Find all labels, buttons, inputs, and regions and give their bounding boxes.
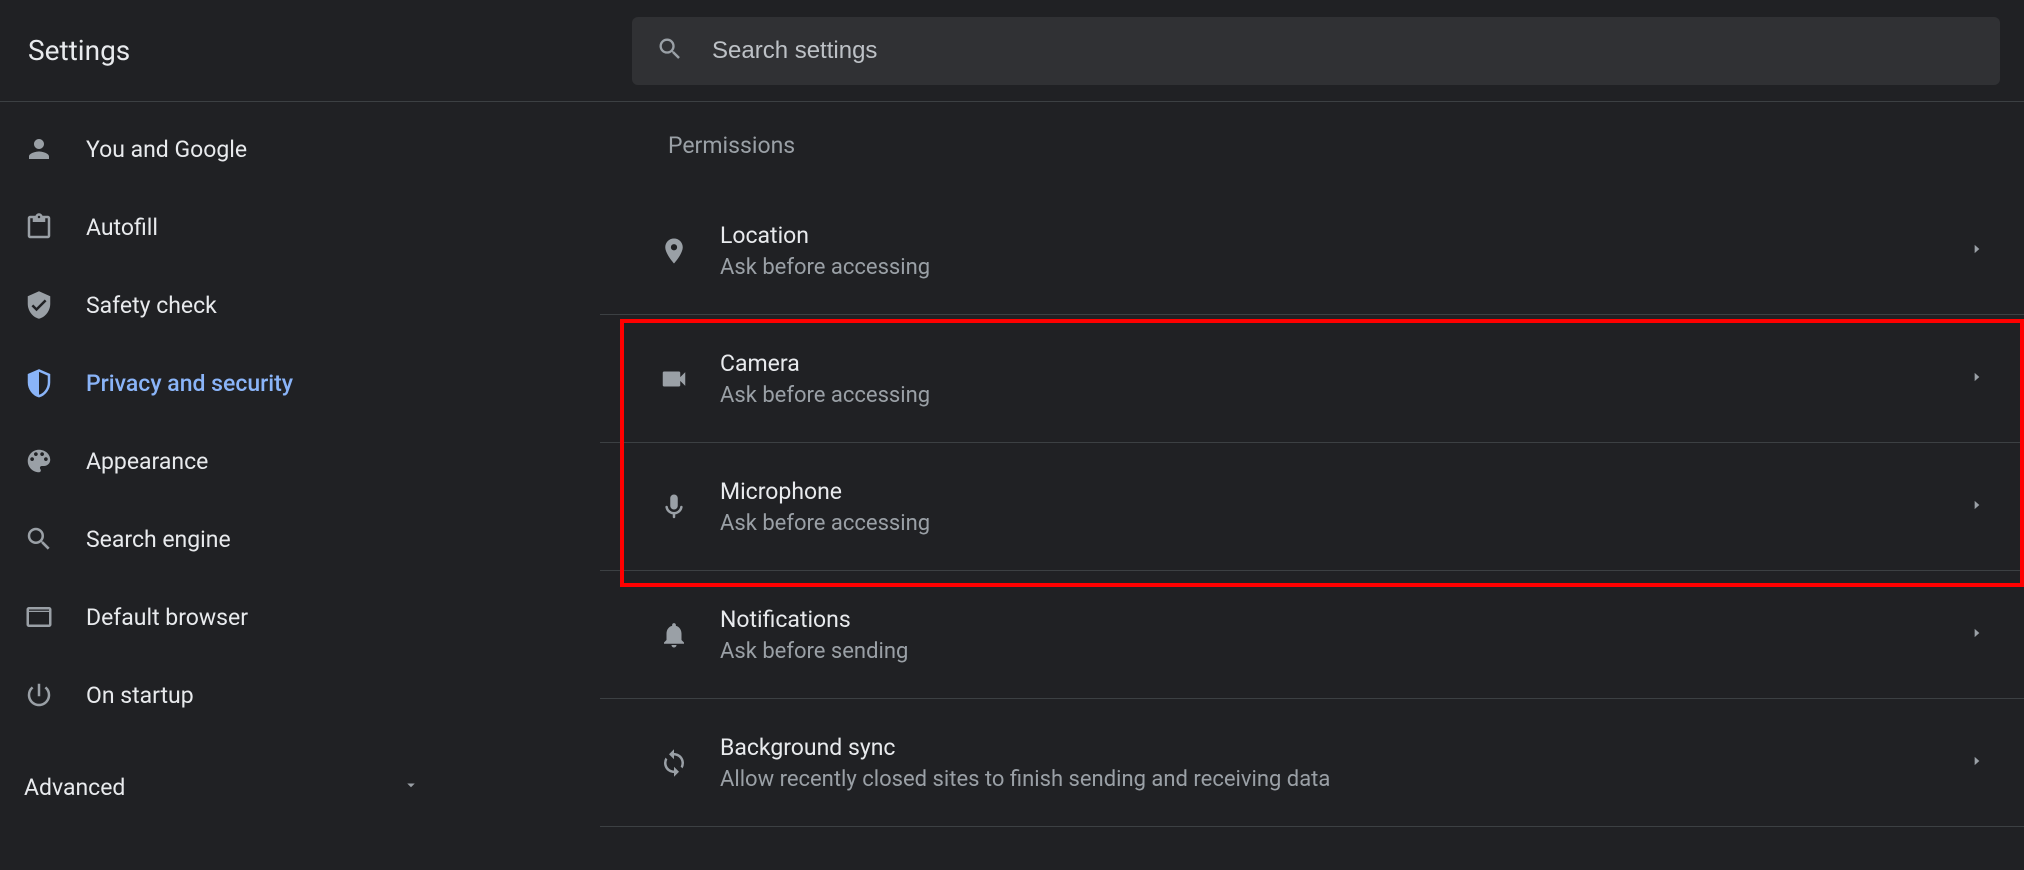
permission-camera[interactable]: Camera Ask before accessing — [600, 315, 2024, 443]
body: You and Google Autofill Safety check Pri… — [0, 102, 2024, 870]
permission-desc: Allow recently closed sites to finish se… — [720, 767, 1970, 792]
permission-desc: Ask before accessing — [720, 511, 1970, 536]
sidebar-item-label: Safety check — [86, 292, 217, 319]
clipboard-icon — [24, 212, 86, 242]
sidebar-item-you-and-google[interactable]: You and Google — [0, 110, 600, 188]
search-icon — [656, 35, 712, 67]
chevron-down-icon — [402, 776, 420, 798]
person-icon — [24, 134, 86, 164]
sidebar-item-label: Default browser — [86, 604, 248, 631]
header: Settings — [0, 0, 2024, 102]
permission-background-sync[interactable]: Background sync Allow recently closed si… — [600, 699, 2024, 827]
location-icon — [638, 236, 710, 266]
sidebar-advanced[interactable]: Advanced — [0, 752, 460, 822]
permission-text: Camera Ask before accessing — [710, 350, 1970, 408]
permission-title: Camera — [720, 350, 1970, 377]
permission-text: Location Ask before accessing — [710, 222, 1970, 280]
sidebar: You and Google Autofill Safety check Pri… — [0, 102, 600, 870]
browser-icon — [24, 602, 86, 632]
sidebar-item-label: Appearance — [86, 448, 208, 475]
chevron-right-icon — [1970, 497, 1984, 516]
permission-title: Background sync — [720, 734, 1970, 761]
sidebar-item-label: Search engine — [86, 526, 231, 553]
section-title: Permissions — [600, 132, 2024, 159]
permission-text: Notifications Ask before sending — [710, 606, 1970, 664]
chevron-right-icon — [1970, 241, 1984, 260]
permission-text: Microphone Ask before accessing — [710, 478, 1970, 536]
permission-desc: Ask before accessing — [720, 383, 1970, 408]
sidebar-item-appearance[interactable]: Appearance — [0, 422, 600, 500]
search-icon — [24, 524, 86, 554]
chevron-right-icon — [1970, 369, 1984, 388]
search-input[interactable] — [712, 37, 1976, 65]
sidebar-item-label: You and Google — [86, 136, 247, 163]
sidebar-item-autofill[interactable]: Autofill — [0, 188, 600, 266]
sync-icon — [638, 748, 710, 778]
chevron-right-icon — [1970, 753, 1984, 772]
sidebar-item-label: Privacy and security — [86, 370, 293, 397]
camera-icon — [638, 364, 710, 394]
main: Permissions Location Ask before accessin… — [600, 102, 2024, 870]
sidebar-item-search-engine[interactable]: Search engine — [0, 500, 600, 578]
shield-check-icon — [24, 290, 86, 320]
advanced-label: Advanced — [24, 774, 125, 801]
permission-desc: Ask before sending — [720, 639, 1970, 664]
page-title: Settings — [0, 34, 632, 67]
microphone-icon — [638, 492, 710, 522]
sidebar-item-privacy-security[interactable]: Privacy and security — [0, 344, 600, 422]
permission-title: Notifications — [720, 606, 1970, 633]
sidebar-item-safety-check[interactable]: Safety check — [0, 266, 600, 344]
permissions-list: Location Ask before accessing Camera Ask… — [600, 187, 2024, 827]
sidebar-item-on-startup[interactable]: On startup — [0, 656, 600, 734]
palette-icon — [24, 446, 86, 476]
sidebar-item-label: Autofill — [86, 214, 158, 241]
chevron-right-icon — [1970, 625, 1984, 644]
sidebar-item-label: On startup — [86, 682, 194, 709]
permission-title: Microphone — [720, 478, 1970, 505]
power-icon — [24, 680, 86, 710]
permission-desc: Ask before accessing — [720, 255, 1970, 280]
permission-location[interactable]: Location Ask before accessing — [600, 187, 2024, 315]
sidebar-item-default-browser[interactable]: Default browser — [0, 578, 600, 656]
shield-icon — [24, 368, 86, 398]
permission-microphone[interactable]: Microphone Ask before accessing — [600, 443, 2024, 571]
permission-notifications[interactable]: Notifications Ask before sending — [600, 571, 2024, 699]
permission-title: Location — [720, 222, 1970, 249]
permission-text: Background sync Allow recently closed si… — [710, 734, 1970, 792]
search-container[interactable] — [632, 17, 2000, 85]
bell-icon — [638, 620, 710, 650]
